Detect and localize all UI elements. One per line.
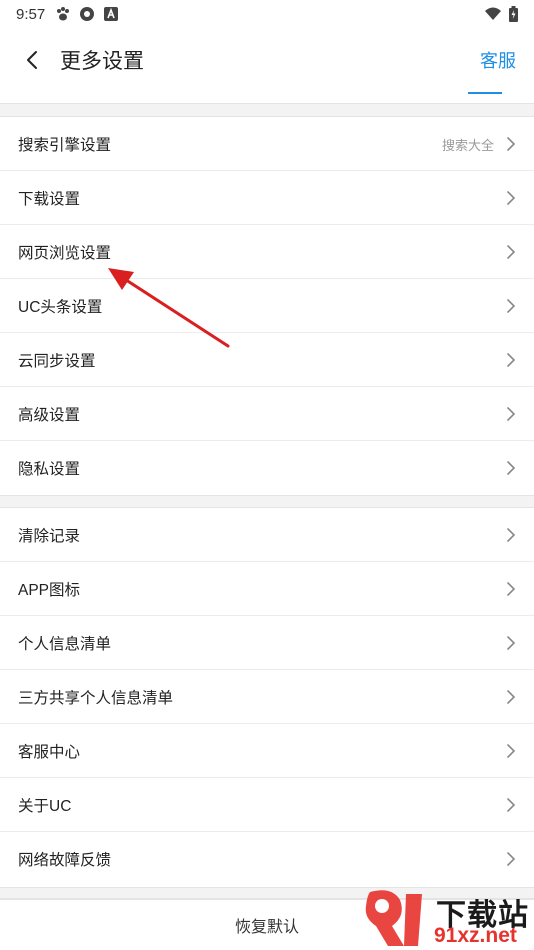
chevron-right-icon	[507, 798, 516, 812]
list-item-third-party-info-list[interactable]: 三方共享个人信息清单	[0, 670, 534, 724]
back-button[interactable]	[4, 28, 60, 92]
chevron-right-icon	[507, 528, 516, 542]
list-item-privacy[interactable]: 隐私设置	[0, 441, 534, 495]
list-item-label: APP图标	[18, 582, 81, 599]
list-item-service-center[interactable]: 客服中心	[0, 724, 534, 778]
list-item-cloud-sync[interactable]: 云同步设置	[0, 333, 534, 387]
list-item-clear-records[interactable]: 清除记录	[0, 508, 534, 562]
list-item-download[interactable]: 下载设置	[0, 171, 534, 225]
tab-indicator	[468, 92, 502, 94]
list-item-personal-info-list[interactable]: 个人信息清单	[0, 616, 534, 670]
settings-group-1: 搜索引擎设置 搜索大全 下载设置 网页浏览设置 UC头条设置 云同步设置 高级设…	[0, 117, 534, 495]
aperture-icon	[80, 7, 95, 21]
list-item-label: UC头条设置	[18, 299, 103, 316]
chevron-right-icon	[507, 191, 516, 205]
list-item-label: 三方共享个人信息清单	[18, 690, 174, 707]
page-title: 更多设置	[60, 50, 144, 73]
reset-default-button[interactable]: 恢复默认	[0, 899, 534, 950]
a-letter-icon	[104, 7, 119, 21]
chevron-right-icon	[507, 690, 516, 704]
status-bar: 9:57	[0, 0, 534, 28]
list-item-label: 个人信息清单	[18, 636, 112, 653]
chevron-right-icon	[507, 744, 516, 758]
list-item-network-feedback[interactable]: 网络故障反馈	[0, 832, 534, 886]
settings-group-2: 清除记录 APP图标 个人信息清单 三方共享个人信息清单 客服中心 关于UC 网…	[0, 508, 534, 886]
nav-bar: 更多设置 客服	[0, 28, 534, 92]
chevron-right-icon	[507, 137, 516, 151]
list-item-label: 高级设置	[18, 407, 81, 424]
status-time: 9:57	[16, 5, 46, 23]
list-item-label: 关于UC	[18, 798, 72, 815]
battery-icon	[509, 6, 518, 22]
list-item-label: 清除记录	[18, 528, 81, 545]
status-icons-left	[55, 6, 119, 22]
list-item-label: 客服中心	[18, 744, 81, 761]
section-divider	[0, 887, 534, 899]
list-item-app-icon[interactable]: APP图标	[0, 562, 534, 616]
list-item-label: 网络故障反馈	[18, 852, 112, 869]
chevron-right-icon	[507, 245, 516, 259]
list-item-search-engine[interactable]: 搜索引擎设置 搜索大全	[0, 117, 534, 171]
list-item-label: 隐私设置	[18, 461, 81, 478]
chevron-right-icon	[507, 582, 516, 596]
reset-default-label: 恢复默认	[234, 919, 299, 936]
paw-icon	[57, 7, 70, 21]
list-item-label: 云同步设置	[18, 353, 96, 370]
chevron-right-icon	[507, 636, 516, 650]
list-item-uc-headlines[interactable]: UC头条设置	[0, 279, 534, 333]
list-item-web-browsing[interactable]: 网页浏览设置	[0, 225, 534, 279]
chevron-right-icon	[507, 353, 516, 367]
list-item-label: 网页浏览设置	[18, 245, 112, 262]
list-item-about-uc[interactable]: 关于UC	[0, 778, 534, 832]
list-item-advanced[interactable]: 高级设置	[0, 387, 534, 441]
chevron-right-icon	[507, 852, 516, 866]
list-item-value: 搜索大全	[441, 137, 494, 153]
section-divider	[0, 495, 534, 508]
chevron-right-icon	[507, 407, 516, 421]
wifi-icon	[485, 7, 501, 20]
chevron-right-icon	[507, 299, 516, 313]
list-item-label: 下载设置	[18, 191, 81, 208]
chevron-left-icon	[27, 51, 37, 69]
status-icons-right	[485, 6, 518, 22]
customer-service-button[interactable]: 客服	[480, 47, 516, 73]
section-divider	[0, 103, 534, 117]
list-item-label: 搜索引擎设置	[18, 137, 112, 154]
chevron-right-icon	[507, 461, 516, 475]
